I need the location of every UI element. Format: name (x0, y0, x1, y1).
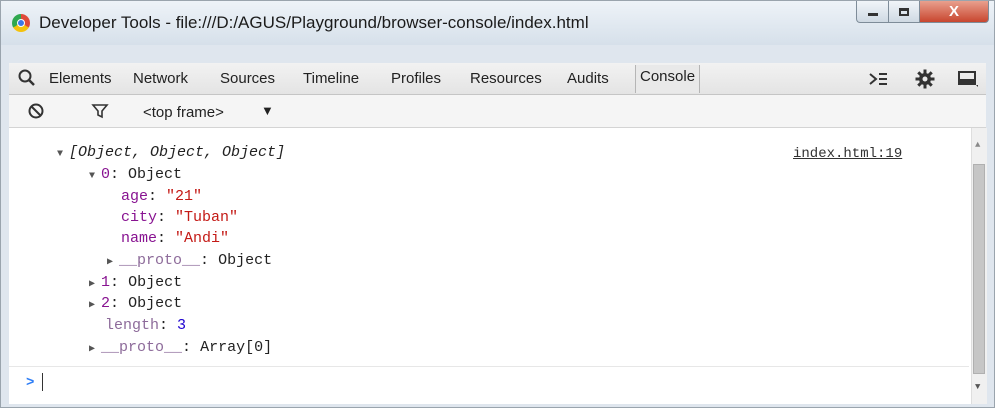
tree-item-proto[interactable]: ▶ __proto__: Object (107, 252, 272, 272)
scrollbar[interactable]: ▲ ▼ (971, 128, 987, 404)
filter-icon[interactable] (91, 102, 109, 125)
text-caret (42, 373, 43, 391)
minimize-icon (867, 13, 878, 16)
tab-network[interactable]: Network (133, 70, 188, 87)
tab-audits[interactable]: Audits (567, 70, 609, 87)
property-city: city: "Tuban" (121, 209, 239, 226)
prompt-icon: > (26, 375, 35, 391)
property-age: age: "21" (121, 188, 203, 205)
console-output: index.html:19 ▼ [Object, Object, Object]… (9, 128, 987, 404)
maximize-button[interactable] (888, 1, 920, 23)
array-summary: [Object, Object, Object] (69, 144, 286, 161)
window-title: Developer Tools - file:///D:/AGUS/Playgr… (39, 13, 589, 32)
expand-triangle-icon[interactable]: ▶ (107, 257, 119, 268)
minimize-button[interactable] (856, 1, 889, 23)
tab-sources[interactable]: Sources (220, 70, 275, 87)
tab-elements[interactable]: Elements (49, 70, 112, 87)
search-icon[interactable] (17, 67, 37, 89)
tree-item-array-proto[interactable]: ▶ __proto__: Array[0] (89, 339, 272, 359)
tab-resources[interactable]: Resources (470, 70, 542, 87)
source-link[interactable]: index.html:19 (793, 146, 902, 162)
scroll-up-icon[interactable]: ▲ (975, 140, 980, 150)
expand-triangle-icon[interactable]: ▼ (89, 171, 101, 182)
chrome-logo-icon (12, 14, 30, 32)
console-drawer-icon[interactable] (867, 68, 889, 90)
chevron-down-icon[interactable]: ▼ (261, 103, 274, 118)
expand-triangle-icon[interactable]: ▶ (89, 279, 101, 290)
tree-item-1[interactable]: ▶ 1: Object (89, 274, 182, 294)
tab-profiles[interactable]: Profiles (391, 70, 441, 87)
expand-triangle-icon[interactable]: ▼ (57, 149, 69, 160)
tree-item-2[interactable]: ▶ 2: Object (89, 295, 182, 315)
tab-timeline[interactable]: Timeline (303, 70, 359, 87)
expand-triangle-icon[interactable]: ▶ (89, 344, 101, 355)
close-button[interactable]: X (919, 1, 989, 23)
property-length: length: 3 (105, 317, 187, 334)
dock-icon[interactable] (956, 68, 980, 90)
title-bar[interactable]: Developer Tools - file:///D:/AGUS/Playgr… (1, 1, 994, 45)
console-filter-bar: <top frame> ▼ (9, 95, 986, 128)
scroll-down-icon[interactable]: ▼ (975, 382, 980, 392)
clear-console-icon[interactable] (27, 102, 45, 125)
property-name: name: "Andi" (121, 230, 230, 247)
console-log-entry[interactable]: ▼ [Object, Object, Object] (57, 144, 285, 164)
tree-item-0[interactable]: ▼ 0: Object (89, 166, 182, 186)
devtools-toolbar: Elements Network Sources Timeline Profil… (9, 63, 986, 95)
frame-selector[interactable]: <top frame> (143, 104, 224, 121)
scrollbar-thumb[interactable] (973, 164, 985, 374)
gear-icon[interactable] (914, 68, 936, 90)
devtools-window: Developer Tools - file:///D:/AGUS/Playgr… (0, 0, 995, 408)
console-prompt-input[interactable]: > (9, 366, 969, 399)
tab-console[interactable]: Console (635, 65, 701, 93)
maximize-icon (899, 7, 909, 16)
expand-triangle-icon[interactable]: ▶ (89, 300, 101, 311)
